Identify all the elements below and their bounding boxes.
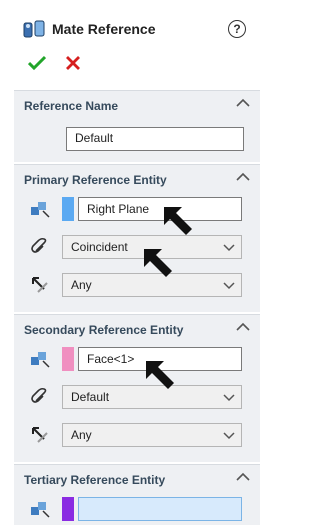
chevron-down-icon [223, 241, 235, 253]
reference-name-title: Reference Name [24, 99, 119, 113]
alignment-arrow-icon [28, 423, 52, 447]
secondary-alignment-select[interactable]: Any [62, 423, 242, 447]
action-row [26, 52, 84, 74]
annotation-arrow-icon [158, 201, 198, 241]
tertiary-entity-field[interactable] [78, 497, 242, 521]
collapse-chevron-up-icon[interactable] [236, 171, 250, 181]
collapse-chevron-up-icon[interactable] [236, 97, 250, 107]
secondary-entity-swatch [62, 347, 74, 371]
mate-reference-icon [22, 17, 48, 41]
cancel-close-icon[interactable] [62, 52, 84, 74]
tertiary-reference-title: Tertiary Reference Entity [24, 473, 166, 487]
chevron-down-icon [223, 429, 235, 441]
select-entity-icon [28, 197, 52, 221]
property-manager: Mate Reference ? Reference Name Default … [0, 0, 260, 525]
reference-name-group: Reference Name Default [14, 90, 260, 162]
collapse-chevron-up-icon[interactable] [236, 321, 250, 331]
panel-header: Mate Reference ? [14, 0, 260, 90]
chevron-down-icon [223, 391, 235, 403]
panel-title: Mate Reference [52, 21, 156, 37]
paperclip-icon [28, 235, 52, 259]
select-entity-icon [28, 497, 52, 521]
ok-check-icon[interactable] [26, 52, 48, 74]
primary-reference-group: Primary Reference Entity Right Plane Coi… [14, 164, 260, 312]
primary-alignment-value: Any [71, 278, 92, 292]
alignment-arrow-icon [28, 273, 52, 297]
annotation-arrow-icon [138, 243, 178, 283]
select-entity-icon [28, 347, 52, 371]
chevron-down-icon [223, 279, 235, 291]
collapse-chevron-up-icon[interactable] [236, 471, 250, 481]
title-row: Mate Reference ? [22, 14, 254, 44]
annotation-arrow-icon [140, 355, 180, 395]
help-icon[interactable]: ? [228, 20, 246, 38]
primary-entity-swatch [62, 197, 74, 221]
tertiary-reference-group: Tertiary Reference Entity [14, 464, 260, 525]
secondary-mate-type-value: Default [71, 390, 110, 404]
secondary-reference-title: Secondary Reference Entity [24, 323, 184, 337]
primary-mate-type-value: Coincident [71, 240, 128, 254]
paperclip-icon [28, 385, 52, 409]
tertiary-entity-swatch [62, 497, 74, 521]
secondary-alignment-value: Any [71, 428, 92, 442]
reference-name-input[interactable]: Default [66, 127, 244, 151]
secondary-reference-group: Secondary Reference Entity Face<1> Defau… [14, 314, 260, 462]
left-gutter [0, 0, 14, 525]
primary-reference-title: Primary Reference Entity [24, 173, 167, 187]
